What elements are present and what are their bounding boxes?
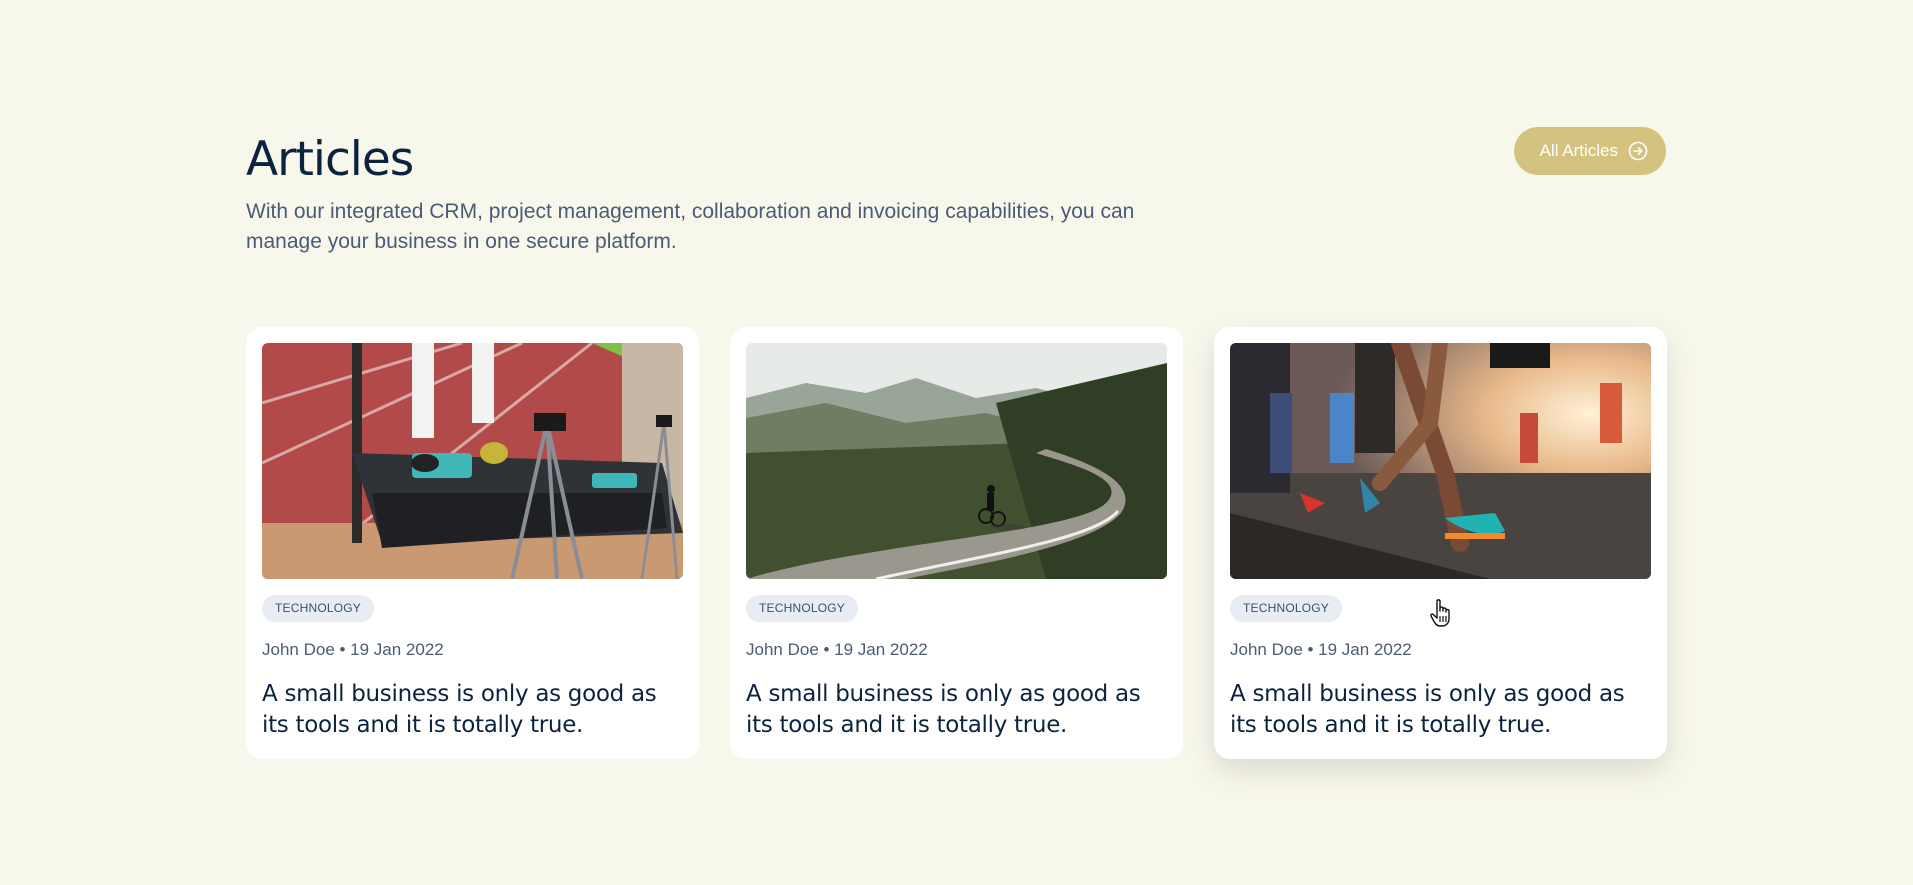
article-card[interactable]: TECHNOLOGY John Doe • 19 Jan 2022 A smal… (730, 327, 1183, 759)
all-articles-button[interactable]: All Articles (1513, 127, 1666, 175)
category-badge[interactable]: TECHNOLOGY (262, 595, 375, 622)
all-articles-label: All Articles (1539, 141, 1618, 160)
arrow-right-circle-icon (1628, 141, 1648, 161)
article-meta: John Doe • 19 Jan 2022 (746, 640, 928, 659)
articles-section: Articles With our integrated CRM, projec… (246, 127, 1667, 759)
section-title: Articles (246, 132, 414, 187)
article-title[interactable]: A small business is only as good as its … (262, 679, 683, 741)
article-title[interactable]: A small business is only as good as its … (1230, 679, 1651, 741)
article-meta: John Doe • 19 Jan 2022 (1230, 640, 1412, 659)
article-title[interactable]: A small business is only as good as its … (746, 679, 1167, 741)
category-badge[interactable]: TECHNOLOGY (1230, 595, 1343, 622)
section-subtitle: With our integrated CRM, project managem… (246, 200, 1135, 253)
article-card[interactable]: TECHNOLOGY John Doe • 19 Jan 2022 A smal… (1214, 327, 1667, 759)
treadmill-running-track-photo[interactable] (262, 343, 683, 579)
article-card[interactable]: TECHNOLOGY John Doe • 19 Jan 2022 A smal… (246, 327, 699, 759)
cyclist-mountain-road-photo[interactable] (746, 343, 1167, 579)
article-meta: John Doe • 19 Jan 2022 (262, 640, 444, 659)
article-cards: TECHNOLOGY John Doe • 19 Jan 2022 A smal… (246, 327, 1667, 759)
hand-pointer-cursor-icon (1429, 598, 1453, 628)
marathon-runners-photo[interactable] (1230, 343, 1651, 579)
category-badge[interactable]: TECHNOLOGY (746, 595, 859, 622)
